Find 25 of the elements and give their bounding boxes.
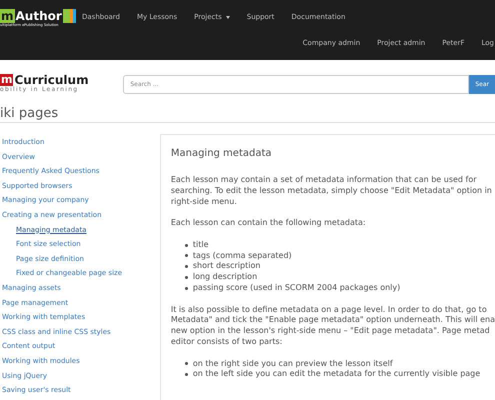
paragraph: Each lesson can contain the following metadata: bbox=[170, 218, 366, 229]
paragraph: Each lesson may contain a set of metadata information that can be used for searching. To edit the lesson metadata, simply choose "Edit Metadata" option in right-side menu. bbox=[170, 175, 492, 208]
bullet-icon bbox=[184, 286, 188, 290]
caret-icon bbox=[226, 16, 230, 19]
article-heading: Managing metadata bbox=[170, 148, 273, 160]
list-item: title bbox=[192, 240, 208, 251]
bullet-icon bbox=[184, 276, 188, 280]
list-item: short description bbox=[192, 261, 260, 272]
list-item: on the left side you can edit the metadata for the currently visible page bbox=[192, 369, 480, 380]
page-title: iki pages bbox=[0, 106, 58, 120]
logo-mark-icon bbox=[62, 9, 76, 23]
logo-name: Author bbox=[16, 9, 62, 23]
list-item: tags (comma separated) bbox=[192, 250, 292, 262]
list-item: passing score (used in SCORM 2004 packages only) bbox=[192, 282, 400, 294]
list-item: on the right side you can preview the lesson itself bbox=[192, 358, 393, 370]
bullet-icon bbox=[184, 254, 188, 258]
brand-letter: m bbox=[0, 74, 14, 86]
brand-name: Curriculum bbox=[14, 74, 89, 86]
list-item: long description bbox=[192, 272, 258, 283]
bullet-icon bbox=[184, 265, 188, 268]
bullet-icon bbox=[184, 244, 188, 247]
logo-letter: m bbox=[0, 9, 15, 23]
paragraph: It is also possible to define metadata on a page level. In order to do that, go to Metadata" and tick the "Enable page metadata" option underneath. This will ena new option in the lesson's right-side menu – "Edit page metadata". Page metad editor consists of two parts: bbox=[170, 304, 495, 348]
bullet-icon bbox=[184, 362, 188, 366]
bullet-icon bbox=[184, 373, 188, 376]
